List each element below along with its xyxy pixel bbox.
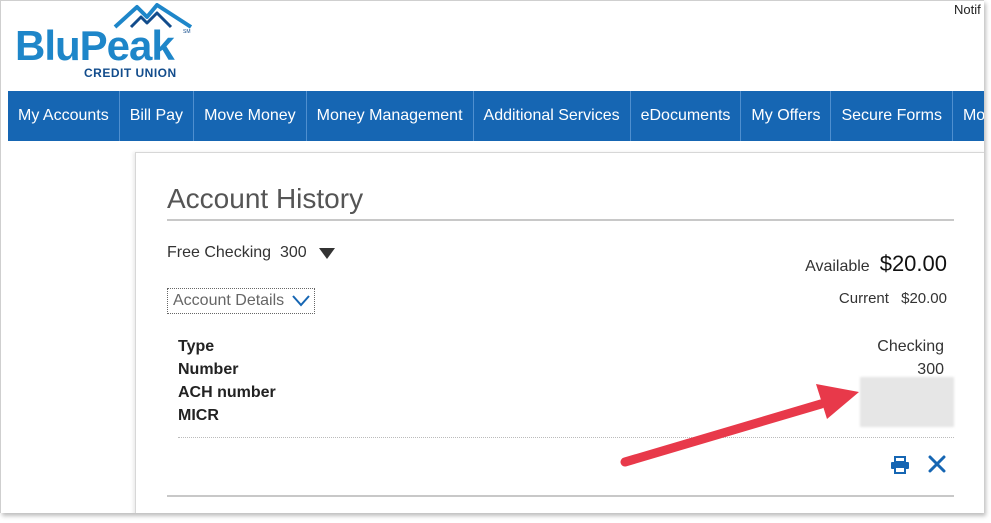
nav-item-more[interactable]: Mo	[953, 91, 984, 141]
available-balance: Available $20.00	[805, 251, 947, 277]
current-label: Current	[838, 290, 889, 307]
details-divider	[178, 437, 954, 438]
detail-label-type: Type	[178, 338, 215, 355]
nav-item-secure-forms[interactable]: Secure Forms	[831, 91, 953, 141]
print-icon[interactable]	[890, 456, 910, 474]
account-details-toggle[interactable]: Account Details	[167, 288, 315, 314]
nav-item-additional-services[interactable]: Additional Services	[474, 91, 631, 141]
available-label: Available	[805, 258, 870, 275]
page-title: Account History	[167, 183, 364, 214]
detail-label-micr: MICR	[178, 407, 219, 424]
redacted-ach-micr-values	[860, 377, 954, 427]
nav-item-money-management[interactable]: Money Management	[307, 91, 474, 141]
account-selector-label: Free Checking 300	[167, 244, 307, 261]
nav-item-bill-pay[interactable]: Bill Pay	[120, 91, 195, 141]
nav-item-my-offers[interactable]: My Offers	[741, 91, 832, 141]
nav-item-my-accounts[interactable]: My Accounts	[8, 91, 120, 141]
detail-label-ach: ACH number	[178, 384, 276, 401]
chevron-down-icon	[292, 295, 310, 307]
title-divider	[167, 219, 954, 221]
account-selector[interactable]: Free Checking 300	[167, 244, 335, 262]
account-history-panel: Account History Free Checking 300 Accoun…	[135, 152, 984, 513]
logo-wordmark: BluPeak	[15, 22, 175, 69]
logo-service-mark: SM	[183, 29, 191, 35]
panel-bottom-divider	[167, 495, 954, 497]
detail-value-type: Checking	[877, 338, 944, 355]
notifications-link[interactable]: Notif	[954, 2, 981, 17]
current-value: $20.00	[901, 290, 947, 307]
available-value: $20.00	[879, 251, 947, 276]
nav-item-move-money[interactable]: Move Money	[194, 91, 307, 141]
close-icon[interactable]	[928, 455, 946, 473]
current-balance: Current $20.00	[839, 290, 947, 307]
browser-page: Notif BluPeak SM CREDIT UNION My Account…	[0, 0, 984, 513]
bank-logo[interactable]: BluPeak SM CREDIT UNION	[15, 3, 205, 83]
logo-subtitle: CREDIT UNION	[84, 66, 177, 80]
nav-item-edocuments[interactable]: eDocuments	[631, 91, 742, 141]
caret-down-icon	[318, 247, 335, 259]
account-details-label: Account Details	[173, 292, 285, 309]
detail-label-number: Number	[178, 361, 239, 378]
main-navigation: My Accounts Bill Pay Move Money Money Ma…	[8, 91, 984, 141]
